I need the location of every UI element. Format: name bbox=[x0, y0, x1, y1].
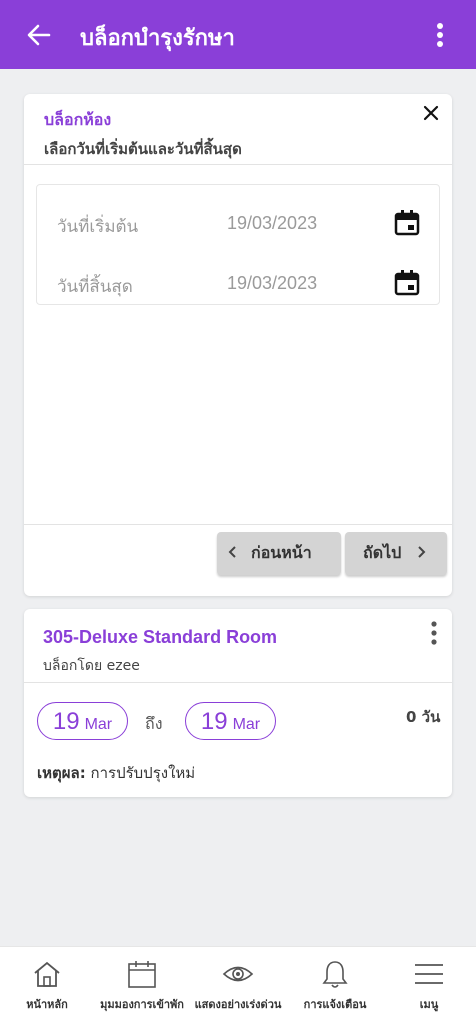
divider bbox=[24, 164, 452, 165]
calendar-icon[interactable] bbox=[393, 209, 421, 237]
reason-value: การปรับปรุงใหม่ bbox=[85, 764, 196, 782]
nav-label: การแจ้งเตือน bbox=[303, 998, 367, 1011]
divider bbox=[24, 524, 452, 525]
start-date-label: วันที่เริ่มต้น bbox=[57, 217, 139, 237]
more-vertical-icon[interactable] bbox=[428, 619, 440, 647]
nav-label: เมนู bbox=[419, 998, 439, 1011]
previous-button[interactable]: ก่อนหน้า bbox=[217, 532, 341, 575]
days-count: 0 วัน bbox=[406, 708, 441, 726]
calendar-icon[interactable] bbox=[393, 269, 421, 297]
nav-item-stay-view[interactable]: มุมมองการเข้าพัก bbox=[92, 947, 192, 1024]
end-date-value: 19/03/2023 bbox=[227, 273, 318, 293]
room-block-card[interactable]: 305-Deluxe Standard Room บล็อกโดย ezee 1… bbox=[24, 609, 452, 797]
chevron-left-icon bbox=[227, 541, 237, 566]
to-date-badge: 19 Mar bbox=[185, 702, 276, 740]
blocked-by-text: บล็อกโดย ezee bbox=[43, 658, 140, 674]
page-title: บล็อกบำรุงรักษา bbox=[80, 26, 235, 51]
from-date-badge: 19 Mar bbox=[37, 702, 128, 740]
divider bbox=[24, 682, 452, 683]
card-subtitle: เลือกวันที่เริ่มต้นและวันที่สิ้นสุด bbox=[44, 140, 242, 158]
chevron-right-icon bbox=[417, 541, 427, 566]
from-day: 19 bbox=[52, 708, 80, 735]
more-vertical-icon[interactable] bbox=[428, 18, 452, 52]
reason-label: เหตุผล: bbox=[37, 764, 86, 782]
nav-item-menu[interactable]: เมนู bbox=[384, 947, 474, 1024]
nav-label: แสดงอย่างเร่งด่วน bbox=[194, 998, 282, 1011]
home-icon bbox=[31, 959, 63, 989]
eye-icon bbox=[222, 959, 254, 989]
bottom-navigation: หน้าหลัก มุมมองการเข้าพัก แสดงอย่างเร่งด… bbox=[0, 946, 476, 1024]
nav-item-home[interactable]: หน้าหลัก bbox=[2, 947, 92, 1024]
to-word: ถึง bbox=[145, 714, 163, 733]
from-month: Mar bbox=[84, 716, 113, 733]
start-date-field[interactable]: วันที่เริ่มต้น 19/03/2023 bbox=[37, 204, 441, 244]
end-date-label: วันที่สิ้นสุด bbox=[57, 277, 133, 297]
app-bar: บล็อกบำรุงรักษา bbox=[0, 0, 476, 69]
bell-icon bbox=[319, 959, 351, 989]
nav-item-quick-view[interactable]: แสดงอย่างเร่งด่วน bbox=[192, 947, 284, 1024]
next-button[interactable]: ถัดไป bbox=[345, 532, 447, 575]
start-date-value: 19/03/2023 bbox=[227, 213, 318, 233]
close-icon[interactable] bbox=[420, 102, 442, 124]
end-date-field[interactable]: วันที่สิ้นสุด 19/03/2023 bbox=[37, 264, 441, 304]
date-range-box: วันที่เริ่มต้น 19/03/2023 วันที่สิ้นสุด … bbox=[36, 184, 440, 305]
block-room-card: บล็อกห้อง เลือกวันที่เริ่มต้นและวันที่สิ… bbox=[24, 94, 452, 596]
calendar-icon bbox=[126, 959, 158, 989]
to-day: 19 bbox=[200, 708, 228, 735]
nav-label: มุมมองการเข้าพัก bbox=[100, 998, 184, 1011]
previous-button-label: ก่อนหน้า bbox=[251, 543, 312, 562]
to-month: Mar bbox=[232, 716, 261, 733]
reason-text: เหตุผล: การปรับปรุงใหม่ bbox=[37, 761, 195, 785]
card-title: บล็อกห้อง bbox=[44, 110, 112, 129]
arrow-left-icon[interactable] bbox=[22, 18, 56, 52]
nav-item-notifications[interactable]: การแจ้งเตือน bbox=[290, 947, 380, 1024]
nav-label: หน้าหลัก bbox=[26, 998, 68, 1011]
next-button-label: ถัดไป bbox=[363, 543, 402, 562]
menu-icon bbox=[413, 959, 445, 989]
room-name: 305-Deluxe Standard Room bbox=[43, 627, 278, 647]
